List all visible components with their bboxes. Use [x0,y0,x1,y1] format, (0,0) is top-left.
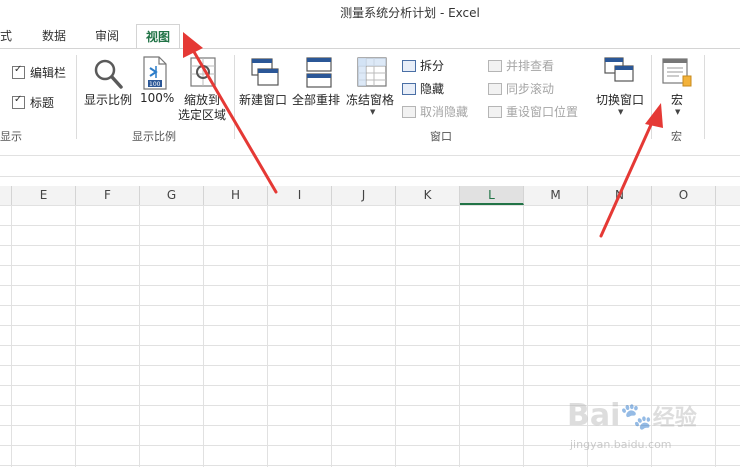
column-header-selected[interactable]: L [460,186,524,205]
zoom-group-label: 显示比例 [132,130,176,143]
freeze-panes-button[interactable]: 冻结窗格 [346,91,394,108]
svg-text:100: 100 [149,81,161,88]
ribbon-tabs: 式 数据 审阅 视图 [0,24,740,50]
column-headers: E F G H I J K L M N O [0,186,740,206]
hide-icon [402,83,416,95]
watermark-logo: Bai🐾经验 [567,398,697,433]
column-header[interactable]: I [268,186,332,205]
show-group-label: 显示 [0,130,22,143]
tab-data[interactable]: 数据 [42,24,66,48]
headings-label: 标题 [30,96,55,110]
switch-windows-button[interactable]: 切换窗口 [596,91,644,108]
formula-bar-label: 编辑栏 [30,66,67,80]
formula-bar[interactable] [0,146,740,186]
macro-icon[interactable] [661,56,693,90]
group-separator [704,55,705,139]
reset-window-position-button[interactable]: 重设窗口位置 [506,103,578,120]
reset-position-icon [488,106,502,118]
group-separator [234,55,235,139]
column-header[interactable]: J [332,186,396,205]
zoom-100-button[interactable]: 100% [140,91,174,105]
column-header[interactable]: G [140,186,204,205]
column-header[interactable]: E [12,186,76,205]
hide-button[interactable]: 隐藏 [420,80,444,97]
tab-formulas[interactable]: 式 [0,24,12,48]
split-button[interactable]: 拆分 [420,57,444,74]
group-separator [76,55,77,139]
column-header[interactable]: M [524,186,588,205]
headings-checkbox[interactable] [12,94,25,109]
watermark-url: jingyan.baidu.com [570,438,672,451]
formula-bar-checkbox[interactable] [12,64,25,79]
tab-review[interactable]: 审阅 [95,24,119,48]
column-header[interactable]: N [588,186,652,205]
column-header[interactable]: F [76,186,140,205]
arrange-all-icon[interactable] [304,56,334,90]
sync-scroll-icon [488,83,502,95]
unhide-button[interactable]: 取消隐藏 [420,103,468,120]
switch-windows-icon[interactable] [603,56,635,90]
chevron-down-icon: ▼ [675,108,681,116]
column-header[interactable]: K [396,186,460,205]
zoom-to-selection-line2[interactable]: 选定区域 [178,106,226,123]
zoom-button[interactable]: 显示比例 [84,91,132,108]
macros-button[interactable]: 宏 [671,91,683,108]
zoom-100-icon[interactable]: 100 [142,56,168,90]
group-separator [651,55,652,139]
new-window-icon[interactable] [249,56,279,90]
zoom-to-selection-icon[interactable] [189,56,219,90]
arrange-all-button[interactable]: 全部重排 [292,91,340,108]
column-header[interactable]: O [652,186,716,205]
ribbon: 编辑栏 标题 显示 显示比例 100 100% 缩放到 选定区域 显示比例 新建… [0,48,740,148]
macros-group-label: 宏 [671,130,682,143]
chevron-down-icon: ▼ [370,108,376,116]
new-window-button[interactable]: 新建窗口 [239,91,287,108]
freeze-panes-icon[interactable] [356,56,388,90]
magnifier-icon[interactable] [92,57,124,91]
title-bar: 测量系统分析计划 - Excel [0,0,740,24]
chevron-down-icon: ▼ [618,108,624,116]
side-by-side-icon [488,60,502,72]
side-by-side-button[interactable]: 并排查看 [506,57,554,74]
tab-view[interactable]: 视图 [136,24,181,50]
window-title: 测量系统分析计划 - Excel [340,6,480,20]
split-icon [402,60,416,72]
sync-scroll-button[interactable]: 同步滚动 [506,80,554,97]
column-header[interactable]: H [204,186,268,205]
unhide-icon [402,106,416,118]
window-group-label: 窗口 [430,130,452,143]
